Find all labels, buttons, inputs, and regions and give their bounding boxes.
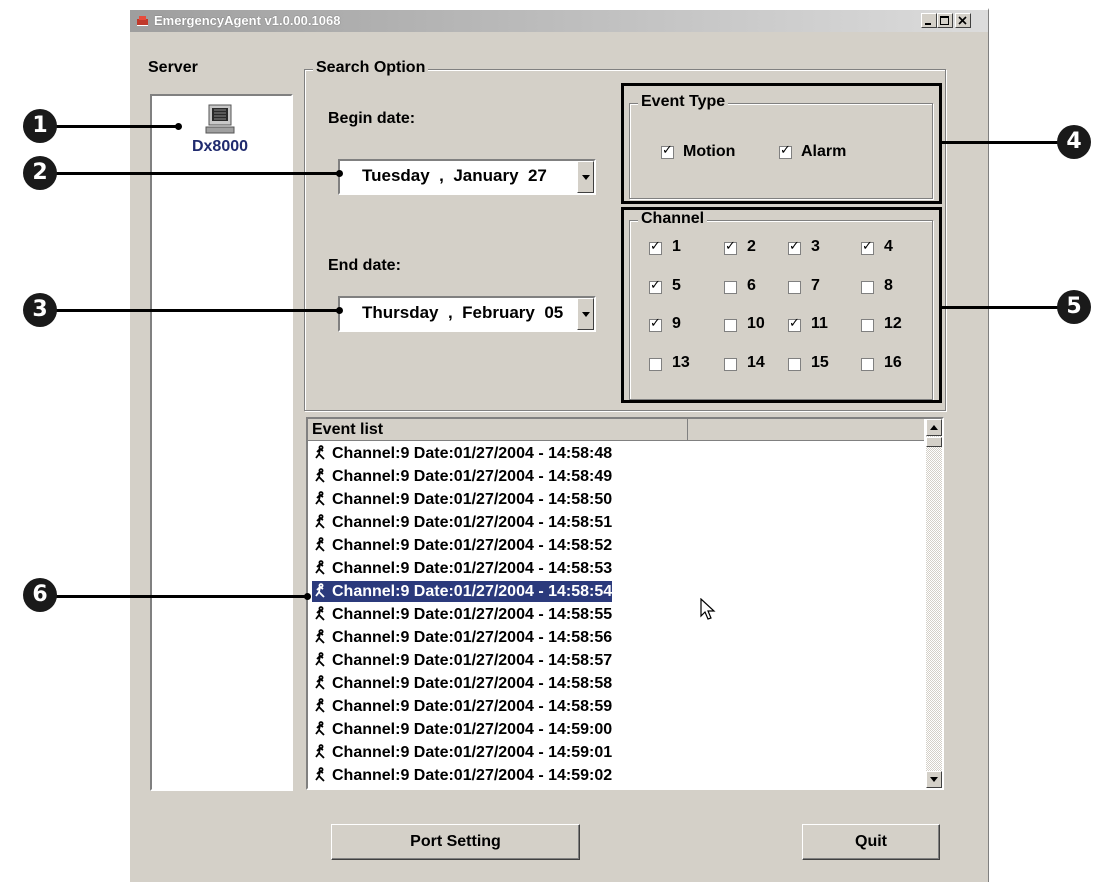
- callout-dot-1: [175, 123, 182, 130]
- vertical-scrollbar[interactable]: [926, 419, 942, 788]
- motion-event-icon: [315, 698, 325, 713]
- begin-date-picker[interactable]: Tuesday , January 27: [338, 159, 596, 195]
- callout-5: 5: [1057, 290, 1091, 324]
- motion-event-icon: [315, 606, 325, 621]
- motion-event-icon: [315, 629, 325, 644]
- port-setting-button[interactable]: Port Setting: [331, 824, 580, 860]
- end-date-dropdown-button[interactable]: [577, 298, 594, 330]
- motion-event-icon: [315, 767, 325, 782]
- list-item-text: Channel:9 Date:01/27/2004 - 14:58:52: [332, 537, 613, 554]
- list-item-text: Channel:9 Date:01/27/2004 - 14:59:00: [332, 721, 613, 738]
- motion-event-icon: [315, 445, 325, 460]
- arrow-up-icon: [930, 425, 938, 430]
- callout-line-4: [940, 141, 1058, 144]
- list-item-text: Channel:9 Date:01/27/2004 - 14:58:49: [332, 468, 613, 485]
- begin-date-dropdown-button[interactable]: [577, 161, 594, 193]
- motion-event-icon: [315, 468, 325, 483]
- quit-button[interactable]: Quit: [802, 824, 940, 860]
- motion-event-icon: [315, 675, 325, 690]
- server-label: Server: [148, 59, 198, 76]
- list-item[interactable]: Channel:9 Date:01/27/2004 - 14:58:52: [312, 535, 612, 556]
- motion-event-icon: [315, 721, 325, 736]
- list-item-text: Channel:9 Date:01/27/2004 - 14:58:58: [332, 675, 613, 692]
- app-icon: [137, 16, 148, 26]
- motion-event-icon: [315, 537, 325, 552]
- callout-line-1: [40, 125, 178, 128]
- close-icon: [958, 16, 967, 25]
- callout-line-6: [40, 595, 308, 598]
- callout-dot-3: [336, 307, 343, 314]
- list-item[interactable]: Channel:9 Date:01/27/2004 - 14:58:49: [312, 466, 612, 487]
- maximize-button[interactable]: [937, 13, 953, 28]
- motion-event-icon: [315, 583, 325, 598]
- motion-event-icon: [315, 744, 325, 759]
- callout-4: 4: [1057, 125, 1091, 159]
- callout-dot-2: [336, 170, 343, 177]
- mouse-cursor-icon: [700, 598, 716, 620]
- computer-icon: [205, 104, 235, 134]
- minimize-icon: [925, 23, 931, 25]
- list-item[interactable]: Channel:9 Date:01/27/2004 - 14:59:00: [312, 719, 612, 740]
- arrow-down-icon: [930, 777, 938, 782]
- event-list-header: Event list: [308, 419, 924, 441]
- motion-event-icon: [315, 514, 325, 529]
- end-date-value: Thursday , February 05: [362, 303, 564, 322]
- list-item-text: Channel:9 Date:01/27/2004 - 14:58:57: [332, 652, 613, 669]
- list-item-text: Channel:9 Date:01/27/2004 - 14:58:48: [332, 445, 613, 462]
- begin-date-value: Tuesday , January 27: [362, 166, 547, 185]
- list-item-text: Channel:9 Date:01/27/2004 - 14:59:02: [332, 767, 613, 784]
- end-date-picker[interactable]: Thursday , February 05: [338, 296, 596, 332]
- list-item[interactable]: Channel:9 Date:01/27/2004 - 14:59:01: [312, 742, 612, 763]
- event-list[interactable]: Event list Channel:9 Date:01/27/2004 - 1…: [306, 417, 944, 790]
- server-name: Dx8000: [191, 138, 249, 155]
- minimize-button[interactable]: [921, 13, 937, 28]
- list-item[interactable]: Channel:9 Date:01/27/2004 - 14:58:53: [312, 558, 612, 579]
- list-item[interactable]: Channel:9 Date:01/27/2004 - 14:58:59: [312, 696, 612, 717]
- list-item-text: Channel:9 Date:01/27/2004 - 14:58:55: [332, 606, 613, 623]
- callout-line-3: [40, 309, 340, 312]
- callout-3: 3: [23, 293, 57, 327]
- list-item-text: Channel:9 Date:01/27/2004 - 14:58:54: [332, 583, 613, 600]
- callout-6: 6: [23, 578, 57, 612]
- search-option-legend: Search Option: [313, 59, 429, 77]
- list-item[interactable]: Channel:9 Date:01/27/2004 - 14:58:55: [312, 604, 612, 625]
- list-item[interactable]: Channel:9 Date:01/27/2004 - 14:58:58: [312, 673, 612, 694]
- list-item[interactable]: Channel:9 Date:01/27/2004 - 14:58:57: [312, 650, 612, 671]
- close-button[interactable]: [955, 13, 971, 28]
- scroll-down-button[interactable]: [926, 771, 942, 788]
- title-bar[interactable]: EmergencyAgent v1.0.00.1068: [130, 10, 988, 32]
- callout-2: 2: [23, 156, 57, 190]
- maximize-icon: [940, 16, 949, 25]
- motion-event-icon: [315, 560, 325, 575]
- callout-dot-6: [304, 593, 311, 600]
- end-date-label: End date:: [328, 257, 401, 274]
- callout-line-2: [40, 172, 340, 175]
- list-item[interactable]: Channel:9 Date:01/27/2004 - 14:58:54: [312, 581, 613, 602]
- list-item[interactable]: Channel:9 Date:01/27/2004 - 14:58:56: [312, 627, 612, 648]
- motion-event-icon: [315, 491, 325, 506]
- list-item-text: Channel:9 Date:01/27/2004 - 14:59:01: [332, 744, 613, 761]
- window-title: EmergencyAgent v1.0.00.1068: [154, 13, 341, 28]
- list-item[interactable]: Channel:9 Date:01/27/2004 - 14:58:48: [312, 443, 612, 464]
- list-item-text: Channel:9 Date:01/27/2004 - 14:58:53: [332, 560, 613, 577]
- channel-highlight-frame: [621, 207, 942, 403]
- callout-line-5: [940, 306, 1058, 309]
- list-item[interactable]: Channel:9 Date:01/27/2004 - 14:58:50: [312, 489, 612, 510]
- list-item-text: Channel:9 Date:01/27/2004 - 14:58:59: [332, 698, 613, 715]
- list-item-text: Channel:9 Date:01/27/2004 - 14:58:50: [332, 491, 613, 508]
- list-item[interactable]: Channel:9 Date:01/27/2004 - 14:58:51: [312, 512, 612, 533]
- server-list[interactable]: Dx8000: [150, 94, 293, 791]
- callout-1: 1: [23, 109, 57, 143]
- motion-event-icon: [315, 652, 325, 667]
- event-list-column-header[interactable]: Event list: [308, 419, 688, 440]
- server-item[interactable]: Dx8000: [180, 102, 260, 156]
- list-item-text: Channel:9 Date:01/27/2004 - 14:58:56: [332, 629, 613, 646]
- begin-date-label: Begin date:: [328, 110, 416, 127]
- list-item[interactable]: Channel:9 Date:01/27/2004 - 14:59:02: [312, 765, 612, 786]
- scroll-up-button[interactable]: [926, 419, 942, 436]
- list-item-text: Channel:9 Date:01/27/2004 - 14:58:51: [332, 514, 613, 531]
- scroll-thumb[interactable]: [926, 437, 942, 447]
- event-type-highlight-frame: [621, 83, 942, 204]
